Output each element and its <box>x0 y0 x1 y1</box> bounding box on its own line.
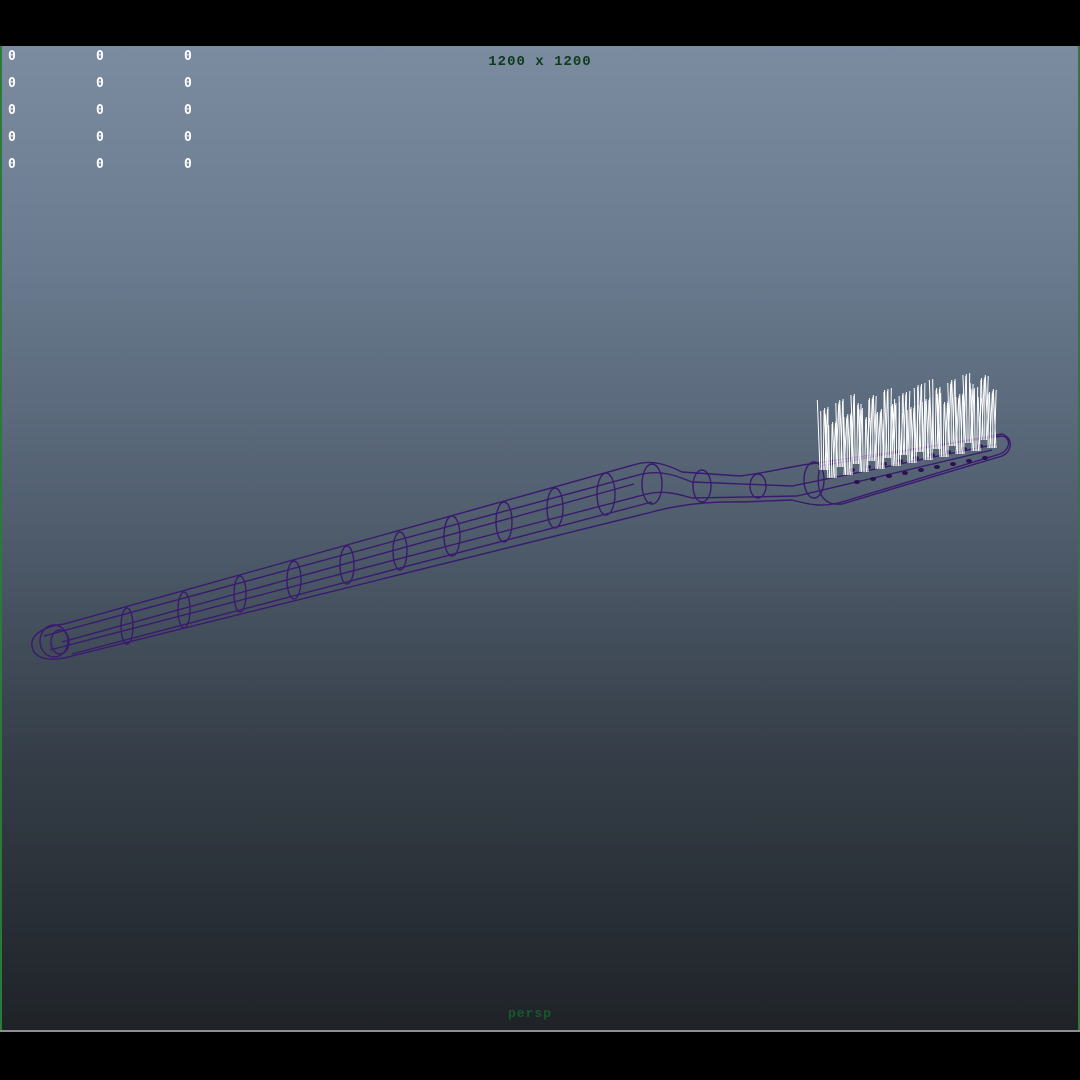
bristle-strand <box>909 408 911 464</box>
bristle-strand <box>822 409 825 471</box>
bristle-strand <box>934 389 937 450</box>
bristle-strand <box>861 407 864 473</box>
bristle-strand <box>923 382 926 453</box>
bristle-strand <box>987 393 990 449</box>
handle-edge-line <box>61 483 635 643</box>
bristle-strand <box>875 413 878 470</box>
perspective-viewport[interactable]: 0 0 0 0 0 0 0 0 0 0 0 0 0 0 0 1200 x 120… <box>0 46 1080 1030</box>
bristle-strand <box>830 423 833 479</box>
handle-edge-line <box>49 449 993 651</box>
viewport-bottom-edge <box>0 1030 1080 1032</box>
bristle-strand <box>820 410 823 471</box>
bristle-strand <box>853 393 856 465</box>
toothbrush-wireframe-model[interactable] <box>2 46 1078 1030</box>
bristle-strand <box>931 396 934 461</box>
bristle-strand <box>895 402 898 467</box>
bristle-strand <box>976 386 979 452</box>
bristle-strand <box>828 424 831 479</box>
bristle-strand <box>856 404 859 465</box>
bristle-strand <box>816 399 821 471</box>
bristle-strand <box>887 388 890 459</box>
handle-wireframe <box>31 435 1010 660</box>
bristle-strand <box>965 373 968 444</box>
bristle-strand <box>906 409 909 464</box>
handle-edge-line <box>71 501 653 655</box>
bristle-strand <box>864 418 867 473</box>
maya-render-frame: 0 0 0 0 0 0 0 0 0 0 0 0 0 0 0 1200 x 120… <box>0 0 1080 1080</box>
bristle-strand <box>889 387 892 459</box>
camera-label: persp <box>507 1006 552 1021</box>
bristle-strand <box>897 401 900 467</box>
bristle-strand <box>940 392 943 458</box>
bristle-strand <box>968 372 971 444</box>
bristle-strand <box>973 387 976 452</box>
bristle-strand <box>942 403 945 458</box>
